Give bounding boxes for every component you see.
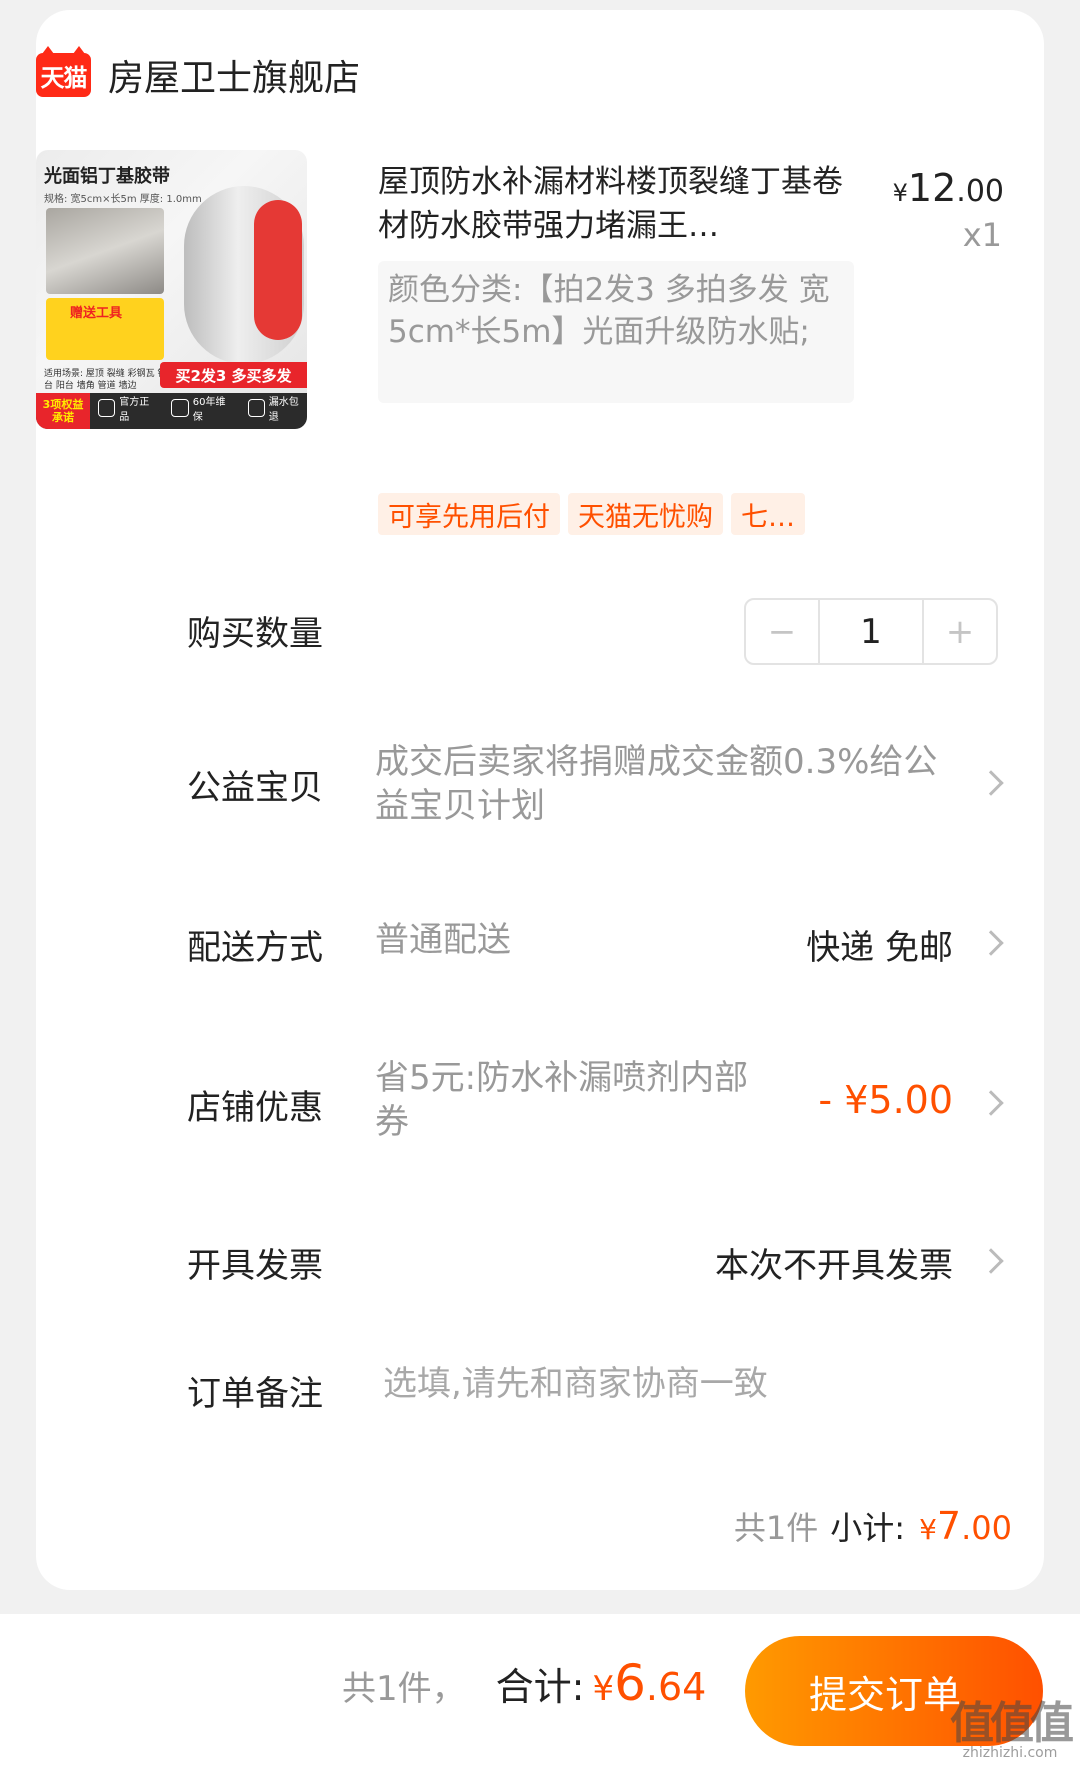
coupon-name[interactable]: 省5元:防水补漏喷剂内部券 (375, 1056, 775, 1144)
quantity-stepper[interactable]: − 1 + (744, 598, 998, 665)
badge-official: 官方正品 (98, 393, 157, 423)
coupon-label: 店铺优惠 (187, 1088, 323, 1128)
checkout-bar: 共1件， 合计: ¥6.64 提交订单 值值值 zhizhizhi.com (0, 1614, 1080, 1765)
quantity-label: 购买数量 (187, 614, 323, 654)
invoice-label: 开具发票 (187, 1246, 323, 1286)
badge-refund: 漏水包退 (247, 393, 307, 423)
watermark-url: zhizhizhi.com (962, 1745, 1058, 1761)
product-price: ¥12.00 (892, 166, 1004, 210)
refund-icon (247, 399, 265, 417)
store-header[interactable]: 天猫 房屋卫士旗舰店 (36, 44, 360, 106)
coupon-amount[interactable]: - ¥5.00 (818, 1078, 953, 1122)
tag-worry-free: 天猫无忧购 (568, 493, 723, 535)
remark-label: 订单备注 (187, 1374, 323, 1414)
image-spec: 规格: 宽5cm×长5m 厚度: 1.0mm (44, 194, 202, 205)
product-image[interactable]: 光面铝丁基胶带 规格: 宽5cm×长5m 厚度: 1.0mm 赠送工具 适用场景… (36, 150, 307, 429)
warranty-icon (171, 399, 189, 417)
badge-warranty: 60年维保 (171, 393, 233, 423)
service-tags: 可享先用后付 天猫无忧购 七… (378, 493, 805, 535)
image-gift-text: 赠送工具 (70, 306, 123, 321)
delivery-type: 普通配送 (375, 920, 511, 960)
watermark: 值值值 zhizhizhi.com (950, 1687, 1074, 1761)
image-title: 光面铝丁基胶带 (44, 166, 170, 187)
charity-label: 公益宝贝 (187, 768, 323, 808)
tag-seven-day[interactable]: 七… (731, 493, 805, 535)
image-photo (46, 208, 164, 294)
subtotal: 共1件 小计: ¥7.00 (733, 1504, 1012, 1548)
decrease-button[interactable]: − (746, 600, 818, 663)
remark-input[interactable]: 选填,请先和商家协商一致 (383, 1362, 768, 1406)
product-title[interactable]: 屋顶防水补漏材料楼顶裂缝丁基卷材防水胶带强力堵漏王… (378, 160, 858, 248)
watermark-logo: 值值值 (950, 1698, 1074, 1749)
image-badges: 官方正品 60年维保 漏水包退 (98, 393, 307, 423)
image-promo: 买2发3 多买多发 (160, 362, 307, 388)
invoice-value[interactable]: 本次不开具发票 (715, 1238, 953, 1287)
delivery-option[interactable]: 快递 免邮 (806, 920, 953, 969)
increase-button[interactable]: + (924, 600, 996, 663)
charity-value[interactable]: 成交后卖家将捐赠成交金额0.3%给公益宝贝计划 (375, 740, 945, 828)
quantity-value[interactable]: 1 (818, 600, 924, 663)
tape-roll-label (254, 200, 302, 340)
delivery-label: 配送方式 (187, 928, 323, 968)
image-pledge: 3项权益承诺 (36, 393, 90, 429)
store-name[interactable]: 房屋卫士旗舰店 (108, 49, 360, 101)
tmall-logo-icon: 天猫 (36, 46, 91, 97)
sku-selector[interactable]: 颜色分类:【拍2发3 多拍多发 宽5cm*长5m】光面升级防水贴; (378, 261, 854, 403)
official-icon (98, 399, 116, 417)
tag-pay-later: 可享先用后付 (378, 493, 560, 535)
product-quantity: x1 (962, 216, 1002, 254)
order-total: 共1件， 合计: ¥6.64 (342, 1654, 707, 1712)
